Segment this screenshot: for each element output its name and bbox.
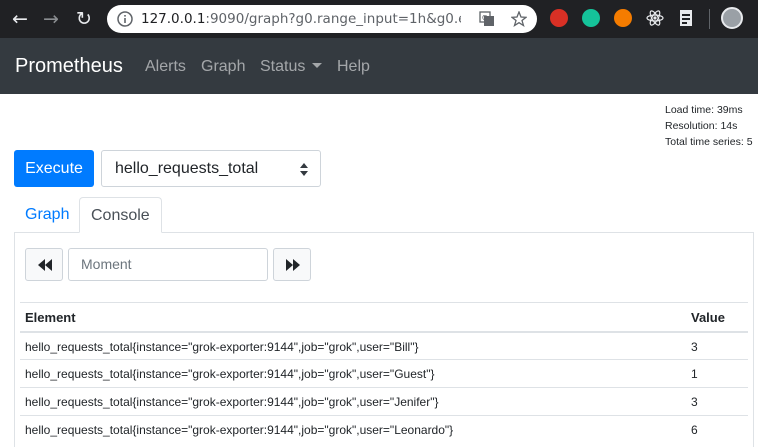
url-host: 127.0.0.1 (141, 11, 206, 27)
adblock-extension-icon[interactable] (550, 9, 568, 27)
element-cell: hello_requests_total{instance="grok-expo… (25, 395, 439, 409)
address-bar[interactable]: 127.0.0.1:9090/graph?g0.range_input=1h&g… (107, 5, 537, 33)
table-row: hello_requests_total{instance="grok-expo… (20, 359, 748, 387)
value-cell: 3 (691, 340, 698, 354)
grammarly-extension-icon[interactable] (582, 9, 600, 27)
forward-arrow-icon[interactable]: → (40, 8, 62, 30)
url-text: 127.0.0.1:9090/graph?g0.range_input=1h&g… (141, 11, 461, 27)
info-icon[interactable] (117, 11, 133, 27)
profile-avatar[interactable] (721, 7, 743, 29)
column-header-value: Value (691, 310, 725, 325)
nav-status-label: Status (260, 58, 306, 75)
step-forward-button[interactable] (273, 248, 311, 281)
nav-graph[interactable]: Graph (201, 58, 245, 76)
reload-icon[interactable]: ↻ (73, 8, 95, 30)
react-devtools-icon[interactable] (646, 9, 664, 27)
query-stats: Load time: 39ms Resolution: 14s Total ti… (665, 102, 753, 150)
resolution: Resolution: 14s (665, 120, 738, 132)
element-cell: hello_requests_total{instance="grok-expo… (25, 340, 419, 354)
column-header-element: Element (25, 310, 76, 325)
fast-backward-icon (38, 259, 52, 271)
value-cell: 3 (691, 395, 698, 409)
element-cell: hello_requests_total{instance="grok-expo… (25, 367, 435, 381)
fast-forward-icon (286, 259, 300, 271)
select-arrows-icon (300, 163, 308, 176)
table-row: hello_requests_total{instance="grok-expo… (20, 387, 748, 415)
fire-extension-icon[interactable] (614, 9, 632, 27)
element-cell: hello_requests_total{instance="grok-expo… (25, 423, 454, 437)
browser-toolbar: ← → ↻ 127.0.0.1:9090/graph?g0.range_inpu… (0, 0, 758, 38)
nav-alerts[interactable]: Alerts (145, 58, 186, 76)
table-row: hello_requests_total{instance="grok-expo… (20, 331, 748, 359)
table-top-border (20, 302, 748, 303)
metric-select-value: hello_requests_total (115, 160, 259, 177)
table-row: hello_requests_total{instance="grok-expo… (20, 415, 748, 443)
value-cell: 6 (691, 423, 698, 437)
brand-logo[interactable]: Prometheus (15, 55, 123, 78)
moment-input[interactable]: Moment (68, 248, 268, 281)
caret-down-icon (312, 63, 323, 68)
back-arrow-icon[interactable]: ← (9, 8, 31, 30)
prometheus-navbar: Prometheus Alerts Graph Status Help (0, 38, 758, 94)
execute-button[interactable]: Execute (14, 150, 94, 187)
value-cell: 1 (691, 367, 698, 381)
toolbar-divider (709, 9, 710, 29)
step-back-button[interactable] (25, 248, 63, 281)
nav-status[interactable]: Status (260, 58, 323, 76)
total-time-series: Total time series: 5 (665, 136, 753, 148)
svg-text:G: G (482, 14, 487, 22)
sheet-extension-icon[interactable] (677, 9, 695, 27)
tab-graph[interactable]: Graph (14, 197, 80, 233)
url-path: :9090/graph?g0.range_input=1h&g0.expr... (205, 11, 461, 27)
metric-select[interactable]: hello_requests_total (101, 150, 321, 187)
translate-icon[interactable]: G (479, 11, 495, 27)
nav-help[interactable]: Help (337, 58, 370, 76)
bookmark-star-icon[interactable] (511, 11, 527, 27)
tab-console[interactable]: Console (79, 197, 162, 233)
load-time: Load time: 39ms (665, 104, 743, 116)
